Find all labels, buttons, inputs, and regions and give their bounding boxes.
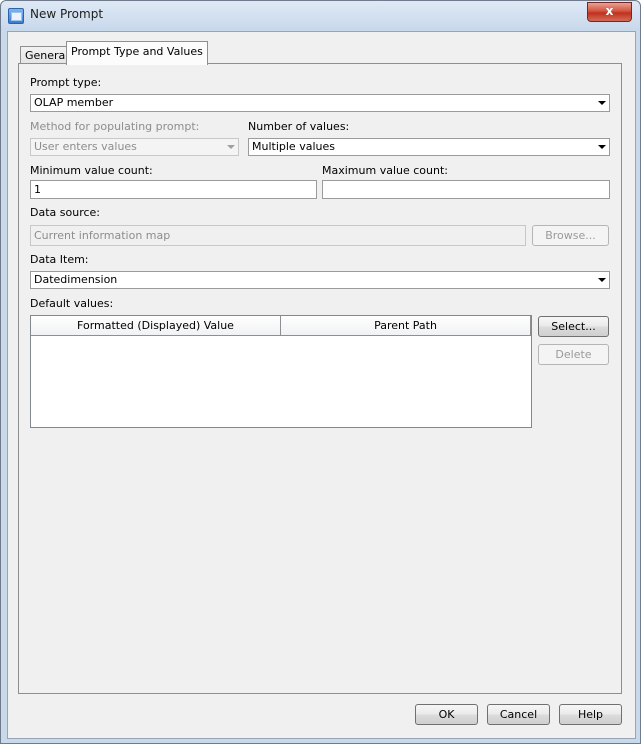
data-source-field: Current information map xyxy=(30,225,526,246)
min-count-label: Minimum value count: xyxy=(30,164,153,177)
window-title: New Prompt xyxy=(30,7,104,21)
chevron-down-icon xyxy=(598,278,606,282)
chevron-down-icon xyxy=(598,145,606,149)
select-button[interactable]: Select... xyxy=(538,316,609,337)
tab-prompt-type-and-values[interactable]: Prompt Type and Values xyxy=(66,41,208,65)
prompt-type-label: Prompt type: xyxy=(30,76,102,89)
method-label: Method for populating prompt: xyxy=(30,120,200,133)
app-icon xyxy=(8,8,24,24)
cancel-button[interactable]: Cancel xyxy=(487,704,550,725)
column-header-formatted-value[interactable]: Formatted (Displayed) Value xyxy=(31,316,281,336)
method-select: User enters values xyxy=(30,138,239,156)
chevron-down-icon xyxy=(598,101,606,105)
prompt-type-select[interactable]: OLAP member xyxy=(30,94,610,112)
method-value: User enters values xyxy=(34,140,137,153)
title-bar[interactable]: New Prompt x xyxy=(1,1,640,31)
data-source-label: Data source: xyxy=(30,206,100,219)
help-button[interactable]: Help xyxy=(559,704,622,725)
column-header-parent-path[interactable]: Parent Path xyxy=(281,316,531,336)
data-item-select[interactable]: Datedimension xyxy=(30,271,610,289)
browse-button: Browse... xyxy=(532,225,609,246)
close-button[interactable]: x xyxy=(587,2,632,22)
number-of-values-label: Number of values: xyxy=(248,120,350,133)
delete-button: Delete xyxy=(538,344,609,365)
number-of-values-select[interactable]: Multiple values xyxy=(248,138,610,156)
ok-button[interactable]: OK xyxy=(415,704,478,725)
min-count-input[interactable]: 1 xyxy=(30,180,317,199)
max-count-input[interactable] xyxy=(322,180,610,199)
prompt-type-value: OLAP member xyxy=(34,96,114,109)
max-count-label: Maximum value count: xyxy=(322,164,448,177)
default-values-label: Default values: xyxy=(30,297,114,310)
default-values-table[interactable]: Formatted (Displayed) Value Parent Path xyxy=(30,315,532,428)
chevron-down-icon xyxy=(227,145,235,149)
data-item-label: Data Item: xyxy=(30,253,89,266)
number-of-values-value: Multiple values xyxy=(252,140,335,153)
data-item-value: Datedimension xyxy=(34,273,118,286)
